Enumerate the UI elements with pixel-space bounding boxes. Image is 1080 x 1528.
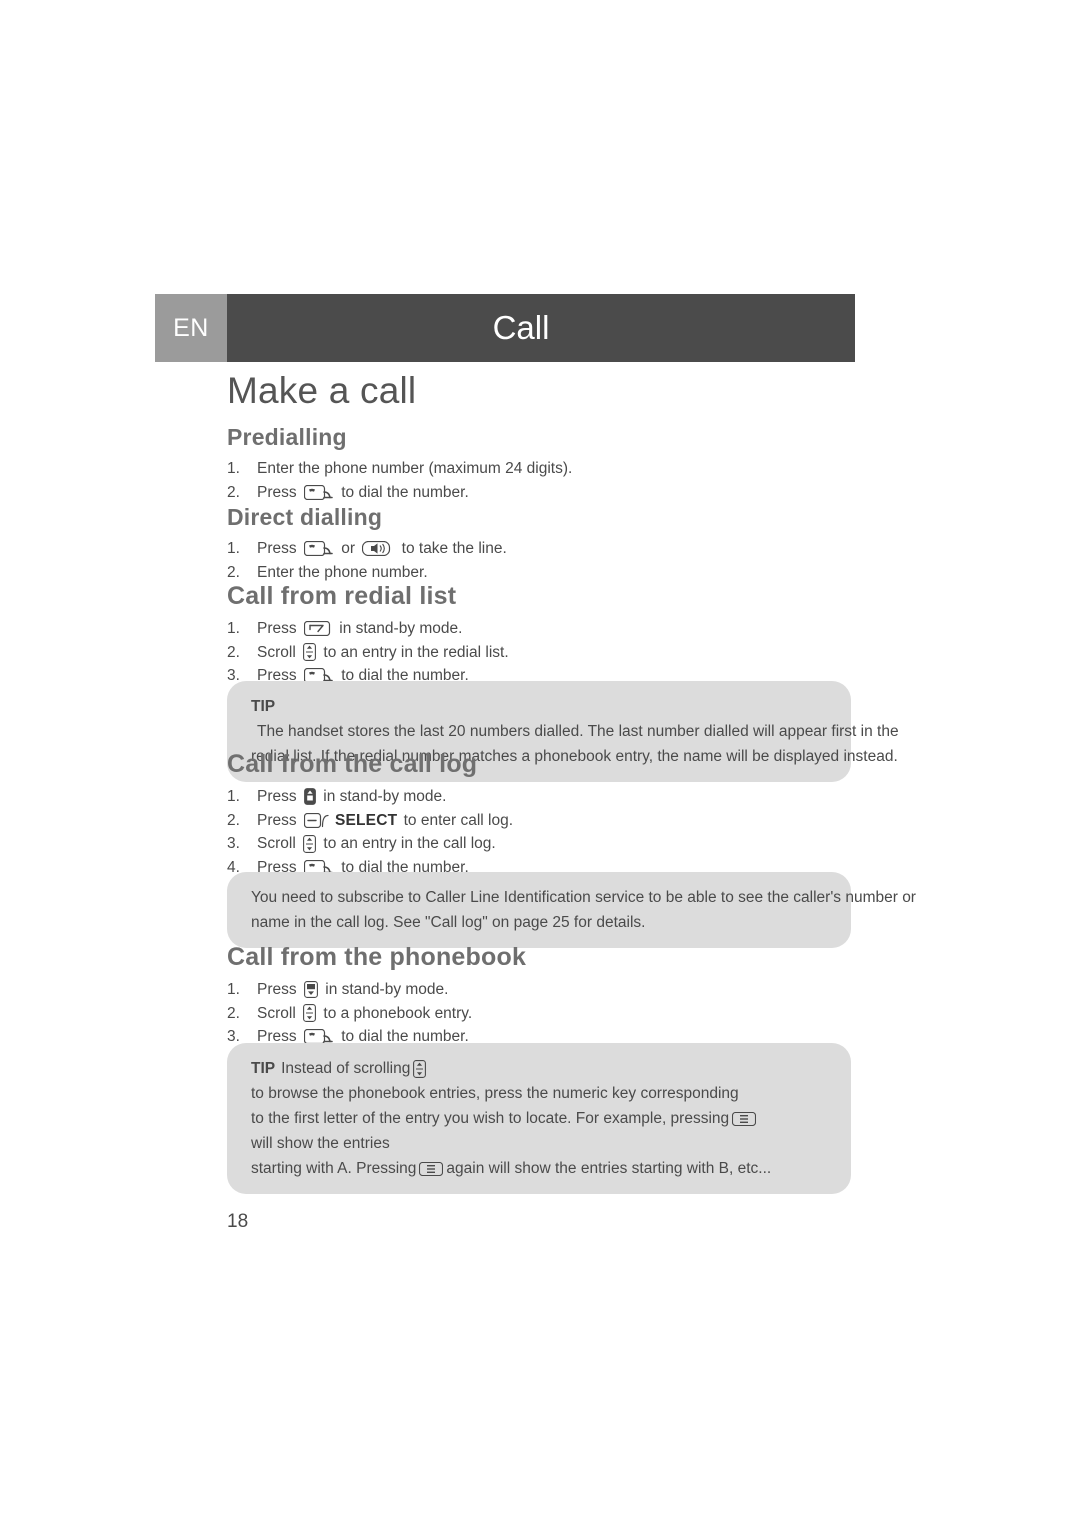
step-text: Enter the phone number (maximum 24 digit… [257,460,573,477]
list-item: 1. Press in stand-by mode. [227,978,867,1002]
step-list: 1. Press in stand-by mode. 2. [227,617,867,688]
step-number: 3. [227,835,240,852]
phonebook-tip-box: TIP Instead of scrolling to browse the p… [227,1043,851,1194]
list-item: 1. Press in stand-by mode. [227,617,867,641]
list-item: 2. Press to dial the number. [227,481,867,505]
language-tab: EN [155,294,227,362]
list-item: 1. Press in stand-by mode. [227,785,867,809]
list-item: 2. Press SELECT to enter call log. [227,809,867,833]
up-down-key-icon [413,1059,427,1078]
step-text: or [336,540,360,557]
list-item: 2. Enter the phone number. [227,561,867,585]
page-title: Make a call [227,370,417,411]
up-down-key-icon [303,1004,317,1023]
step-number: 1. [227,460,240,477]
step-text: Enter the phone number. [257,563,428,581]
list-item: 3. Scroll to an entry in the call log. [227,832,867,856]
tip-label: TIP [251,1060,276,1077]
talk-key-icon [303,1029,334,1045]
tip-text-b: to browse the phonebook entries, press t… [251,1085,739,1102]
step-text: Scroll [257,835,301,852]
numeric-key-2-icon [732,1111,757,1126]
step-number: 1. [227,620,240,637]
section-heading: Direct dialling [227,504,383,530]
step-text: Press [257,788,301,805]
step-list: 1. Enter the phone number (maximum 24 di… [227,457,867,504]
step-number: 1. [227,788,240,805]
step-text: to take the line. [397,540,507,557]
step-number: 2. [227,563,240,581]
step-list: 1. Press in stand-by mode. 2. [227,978,867,1049]
step-text: in stand-by mode. [318,788,447,805]
select-label: SELECT [334,811,398,829]
step-text: to an entry in the call log. [319,835,496,852]
section-call-from-redial-list: Call from redial list 1. Press in stand-… [227,582,867,688]
tip-text-e: starting with A. Pressing [251,1160,417,1177]
step-text: Press [257,620,301,637]
clip-note-box: You need to subscribe to Caller Line Ide… [227,872,916,948]
tip-text-line1: The handset stores the last 20 numbers d… [257,723,899,740]
soft-key-icon [303,812,330,828]
list-item: 1. Enter the phone number (maximum 24 di… [227,457,867,481]
list-item: 2. Scroll to a phonebook entry. [227,1002,867,1026]
step-text: Press [257,981,301,998]
redial-key-icon [303,621,332,637]
tip-text-a: Instead of scrolling [281,1060,411,1077]
step-number: 1. [227,981,240,998]
step-number: 2. [227,643,240,661]
phonebook-key-icon [303,981,318,999]
numeric-key-2-icon [419,1161,444,1176]
section-heading: Call from the phonebook [227,943,527,971]
talk-key-icon [303,484,334,500]
section-heading: Call from redial list [227,582,457,610]
section-call-from-the-call-log: Call from the call log 1. Press in stand… [227,750,867,879]
step-number: 1. [227,540,240,557]
manual-page: EN Call Make a call Predialling 1. Enter… [0,0,1080,1528]
step-text: Press [257,540,301,557]
step-text: in stand-by mode. [334,620,463,637]
note-text-line1: You need to subscribe to Caller Line Ide… [251,889,916,906]
tip-label: TIP [251,698,276,715]
section-heading: Call from the call log [227,750,478,778]
tip-text-f: again will show the entries starting wit… [446,1160,772,1177]
up-down-key-icon [303,643,317,662]
step-number: 2. [227,1004,240,1022]
step-list: 1. Press or to take the line. 2. Enter t… [227,537,867,584]
step-text: to a phonebook entry. [319,1004,473,1022]
step-number: 2. [227,811,240,829]
step-text: to an entry in the redial list. [319,643,509,661]
section-call-from-the-phonebook: Call from the phonebook 1. Press in stan… [227,943,867,1049]
step-text: to enter call log. [399,811,514,829]
talk-key-icon [303,541,334,557]
tip-text-d: will show the entries [251,1135,390,1152]
page-number: 18 [227,1211,249,1232]
step-text: to dial the number. [336,483,469,501]
step-text: Scroll [257,1004,301,1022]
page-header: EN Call [155,294,855,362]
up-down-key-icon [303,834,317,853]
note-text-line2: name in the call log. See "Call log" on … [251,914,646,931]
speakerphone-key-icon [362,541,394,557]
chapter-title: Call [227,294,855,362]
step-number: 2. [227,483,240,501]
step-text: Press [257,483,301,501]
step-list: 1. Press in stand-by mode. 2. [227,785,867,879]
step-text: Press [257,811,301,829]
step-text: in stand-by mode. [320,981,449,998]
list-item: 1. Press or to take the line. [227,537,867,561]
step-text: Scroll [257,643,301,661]
section-direct-dialling: Direct dialling 1. Press or to take the … [227,504,867,584]
section-heading: Predialling [227,424,347,450]
section-predialling: Predialling 1. Enter the phone number (m… [227,424,867,504]
tip-text-c: to the first letter of the entry you wis… [251,1110,730,1127]
list-item: 2. Scroll to an entry in the redial list… [227,641,867,665]
menu-key-icon [304,788,316,806]
